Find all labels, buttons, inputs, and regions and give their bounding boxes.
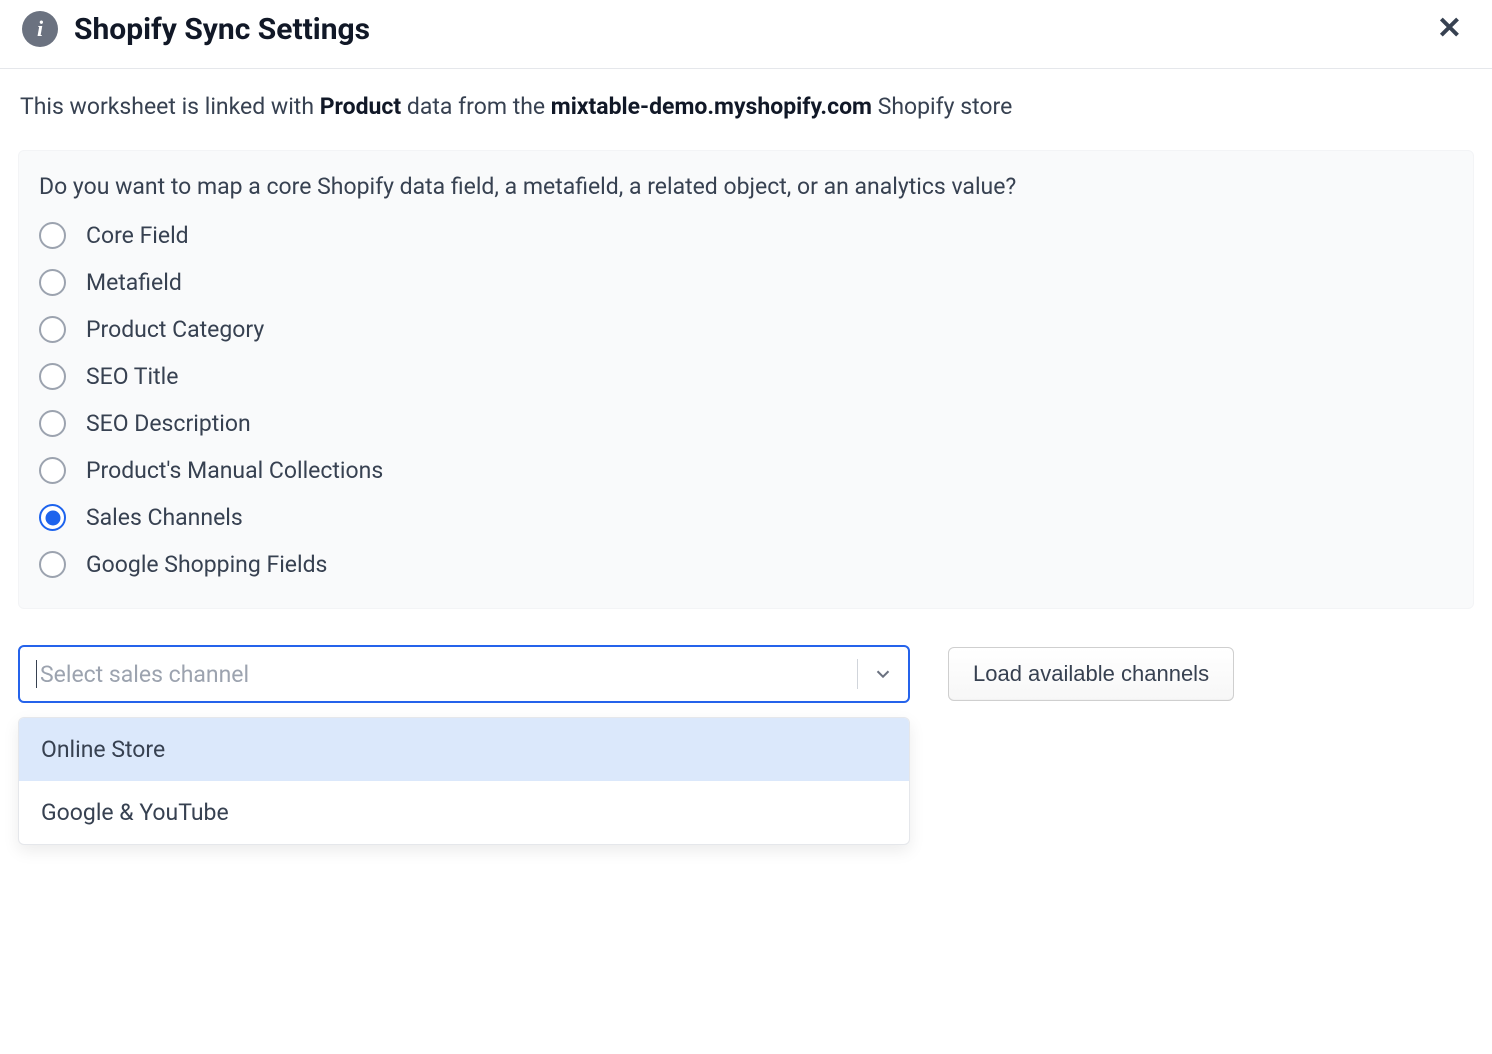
dialog-title: Shopify Sync Settings: [74, 12, 370, 47]
select-indicator: [857, 659, 894, 689]
radio-label: Product Category: [86, 316, 264, 343]
radio-input[interactable]: [39, 316, 66, 343]
select-divider: [857, 659, 858, 689]
linkline-suffix: Shopify store: [872, 93, 1012, 120]
mapping-question: Do you want to map a core Shopify data f…: [39, 173, 1453, 200]
linkline-store: mixtable-demo.myshopify.com: [551, 93, 872, 120]
radio-option[interactable]: Google Shopping Fields: [39, 551, 1453, 578]
text-cursor: [36, 660, 37, 688]
radio-option[interactable]: Sales Channels: [39, 504, 1453, 531]
radio-option[interactable]: SEO Description: [39, 410, 1453, 437]
radio-label: Google Shopping Fields: [86, 551, 327, 578]
radio-option[interactable]: Metafield: [39, 269, 1453, 296]
linkline-prefix: This worksheet is linked with: [20, 93, 320, 120]
load-channels-button[interactable]: Load available channels: [948, 647, 1234, 701]
radio-input[interactable]: [39, 504, 66, 531]
header-left: i Shopify Sync Settings: [22, 11, 370, 47]
dialog-header: i Shopify Sync Settings ✕: [0, 0, 1492, 69]
linkline-datatype: Product: [320, 93, 401, 120]
info-icon: i: [22, 11, 58, 47]
dropdown-option[interactable]: Online Store: [19, 718, 909, 781]
radio-option[interactable]: Core Field: [39, 222, 1453, 249]
radio-input[interactable]: [39, 551, 66, 578]
radio-input[interactable]: [39, 363, 66, 390]
radio-label: Core Field: [86, 222, 189, 249]
radio-option[interactable]: Product Category: [39, 316, 1453, 343]
radio-option[interactable]: Product's Manual Collections: [39, 457, 1453, 484]
radio-input[interactable]: [39, 410, 66, 437]
mapping-panel: Do you want to map a core Shopify data f…: [18, 150, 1474, 609]
radio-input[interactable]: [39, 269, 66, 296]
sales-channel-select-wrap: Select sales channel Online StoreGoogle …: [18, 645, 910, 703]
radio-input[interactable]: [39, 222, 66, 249]
sales-channel-dropdown: Online StoreGoogle & YouTube: [18, 717, 910, 845]
radio-label: Product's Manual Collections: [86, 457, 383, 484]
radio-label: SEO Description: [86, 410, 251, 437]
radio-label: SEO Title: [86, 363, 178, 390]
radio-label: Sales Channels: [86, 504, 243, 531]
close-icon[interactable]: ✕: [1429, 10, 1470, 48]
radio-option[interactable]: SEO Title: [39, 363, 1453, 390]
dropdown-option[interactable]: Google & YouTube: [19, 781, 909, 844]
sales-channel-select[interactable]: Select sales channel: [18, 645, 910, 703]
radio-label: Metafield: [86, 269, 182, 296]
radio-input[interactable]: [39, 457, 66, 484]
select-placeholder: Select sales channel: [40, 661, 249, 688]
select-row: Select sales channel Online StoreGoogle …: [18, 645, 1474, 703]
chevron-down-icon: [872, 663, 894, 685]
radio-group: Core Field Metafield Product Category SEO T…: [39, 222, 1453, 578]
dialog-content: This worksheet is linked with Product da…: [0, 69, 1492, 703]
linkline-middle: data from the: [401, 93, 551, 120]
worksheet-link-line: This worksheet is linked with Product da…: [18, 93, 1474, 120]
